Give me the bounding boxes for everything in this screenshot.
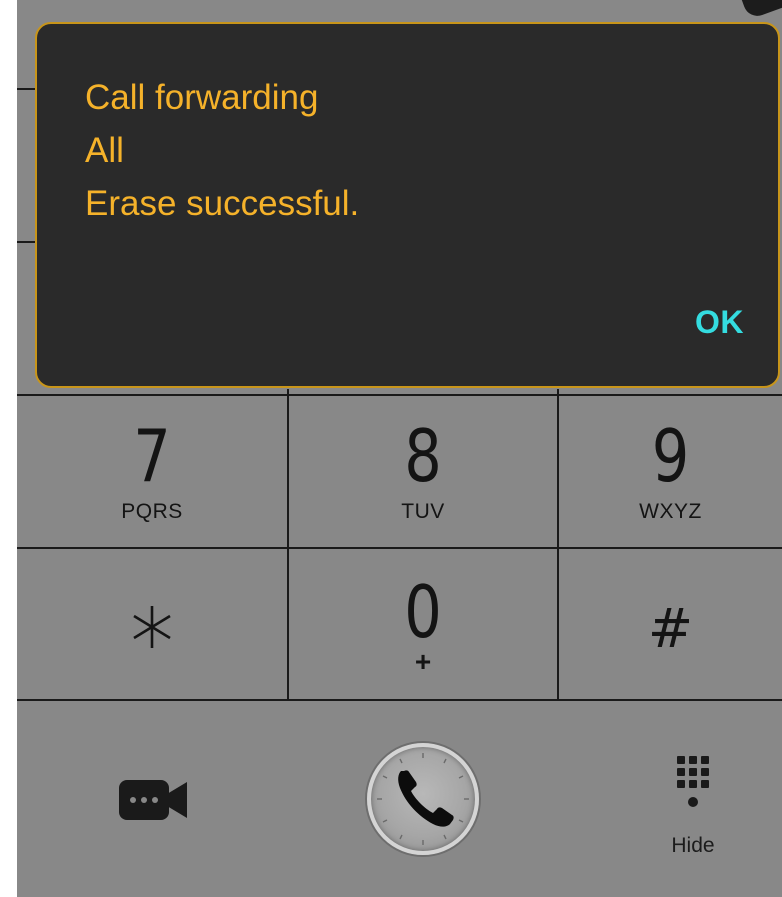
dialog-message: Erase successful. [85, 184, 360, 223]
key-8-letters: TUV [401, 500, 445, 523]
dialpad-icon [677, 756, 709, 807]
key-7-digit: 7 [133, 414, 171, 498]
key-9-letters: WXYZ [639, 500, 702, 523]
key-hash[interactable]: # [559, 549, 782, 699]
dialog-service-type: All [85, 131, 124, 170]
video-call-icon [119, 780, 187, 820]
key-7-letters: PQRS [121, 500, 183, 523]
phone-icon [398, 770, 454, 827]
key-star[interactable]: * [17, 549, 287, 699]
hide-label: Hide [671, 834, 715, 857]
hide-dialpad-button[interactable]: Hide [655, 752, 731, 862]
key-0[interactable]: 0 + [289, 549, 557, 699]
key-8-digit: 8 [404, 414, 442, 498]
asterisk-icon [133, 606, 171, 648]
alert-dialog: Call forwarding All Erase successful. OK [35, 22, 780, 388]
key-7[interactable]: 7 PQRS [17, 396, 287, 547]
dialog-title: Call forwarding [85, 78, 319, 117]
divider [17, 699, 782, 701]
call-button[interactable] [367, 743, 479, 855]
key-hash-label: # [647, 597, 694, 660]
key-9-digit: 9 [651, 414, 690, 498]
key-9[interactable]: 9 WXYZ [559, 396, 782, 547]
video-call-button[interactable] [117, 776, 189, 824]
key-0-digit: 0 [404, 570, 442, 654]
key-0-plus: + [414, 646, 432, 677]
ok-button[interactable]: OK [695, 304, 744, 341]
key-8[interactable]: 8 TUV [289, 396, 557, 547]
